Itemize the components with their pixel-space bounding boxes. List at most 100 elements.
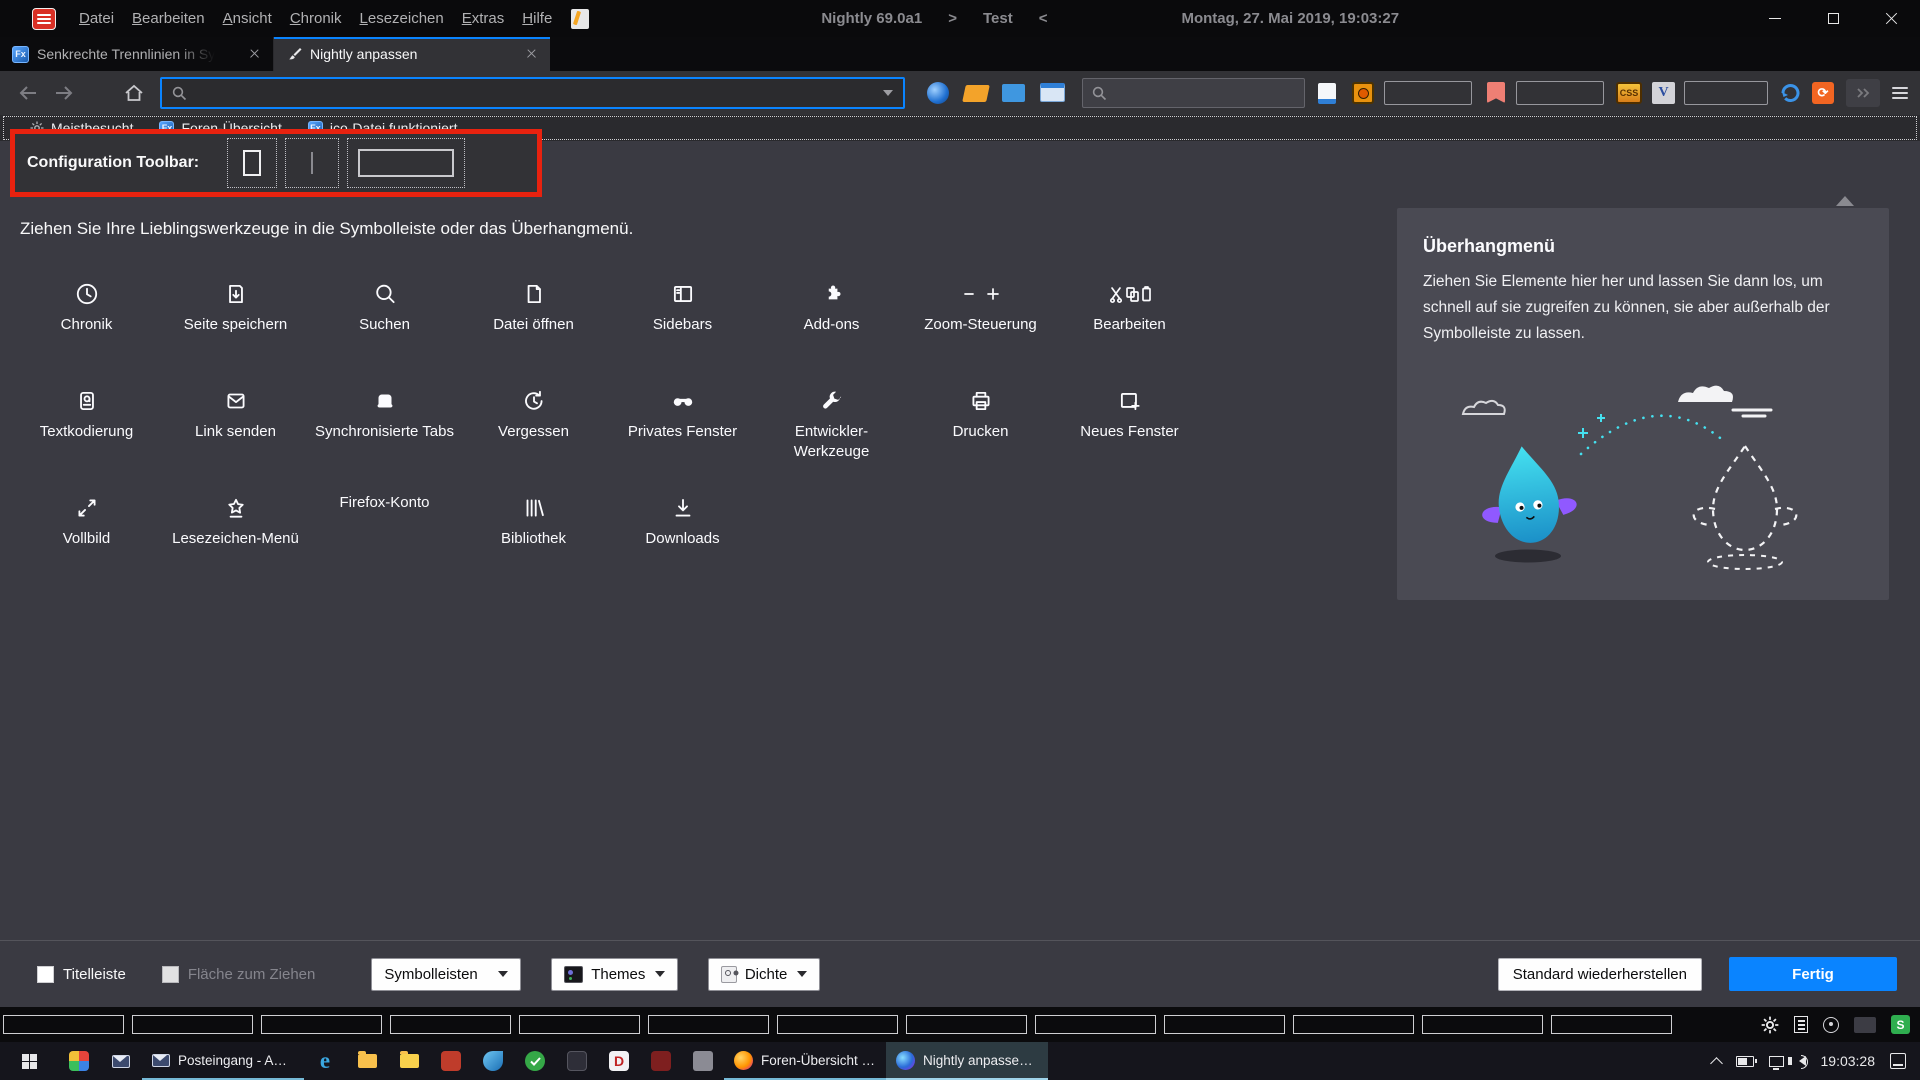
menu-lesezeichen[interactable]: Lesezeichen (351, 10, 453, 27)
rss-doc-icon[interactable] (1318, 83, 1336, 104)
taskbar-window-posteingang[interactable]: Posteingang - Andrea... (142, 1042, 304, 1080)
pinned-capture-icon[interactable] (682, 1042, 724, 1080)
urlbar-dropdown-button[interactable] (873, 79, 903, 107)
back-icon[interactable] (12, 78, 44, 108)
tool-vergessen[interactable]: Vergessen (459, 374, 608, 481)
start-button[interactable] (0, 1042, 58, 1080)
network-icon[interactable] (1769, 1056, 1784, 1067)
minimize-button[interactable] (1746, 0, 1804, 37)
drag-space-checkbox[interactable] (162, 966, 179, 983)
forward-icon[interactable] (48, 78, 80, 108)
overflow-menu-panel[interactable]: Überhangmenü Ziehen Sie Elemente hier he… (1397, 208, 1889, 600)
validator-extension-icon[interactable]: V (1652, 82, 1675, 104)
tool-chronik[interactable]: Chronik (12, 267, 161, 374)
titlebar-checkbox-group[interactable]: Titelleiste (37, 966, 126, 983)
refresh-orange-icon[interactable]: ⟳ (1812, 82, 1834, 104)
pinned-dictionary-icon[interactable]: D (598, 1042, 640, 1080)
css-extension-icon[interactable]: CSS (1616, 82, 1642, 104)
overflow-chevrons-button[interactable] (1846, 79, 1880, 107)
tool-seite-speichern[interactable]: Seite speichern (161, 267, 310, 374)
themes-dropdown[interactable]: Themes (551, 958, 678, 991)
battery-icon[interactable] (1736, 1056, 1754, 1067)
menu-chronik[interactable]: Chronik (281, 10, 351, 27)
toolbar-slot-field[interactable] (347, 138, 465, 188)
screen: Datei Bearbeiten Ansicht Chronik Lesezei… (0, 0, 1920, 1080)
tool-entwickler-werkzeuge[interactable]: Entwickler-Werkzeuge (757, 374, 906, 481)
density-dropdown[interactable]: Dichte (708, 958, 820, 991)
tab-senkrechte-trennlinien[interactable]: Fx Senkrechte Trennlinien in Sy (0, 37, 274, 71)
close-button[interactable] (1862, 0, 1920, 37)
extension-text-field-3[interactable] (1684, 81, 1768, 105)
tool-drucken[interactable]: Drucken (906, 374, 1055, 481)
pinned-colorful-app-icon[interactable] (58, 1042, 100, 1080)
menu-extras[interactable]: Extras (453, 10, 514, 27)
drag-space-checkbox-group[interactable]: Fläche zum Ziehen (162, 966, 316, 983)
refresh-blue-icon[interactable] (1779, 82, 1802, 104)
tray-expand-icon[interactable] (1710, 1057, 1723, 1070)
restore-defaults-button[interactable]: Standard wiederherstellen (1498, 958, 1702, 991)
menu-hilfe[interactable]: Hilfe (513, 10, 561, 27)
tool-privates-fenster[interactable]: Privates Fenster (608, 374, 757, 481)
toolbar-slot-separator[interactable] (285, 138, 339, 188)
url-bar[interactable] (160, 77, 905, 109)
tool-downloads[interactable]: Downloads (608, 481, 757, 588)
thunderbird-extension-icon[interactable] (927, 82, 949, 104)
tab-close-icon[interactable] (247, 46, 263, 62)
taskbar-window-foren[interactable]: Foren-Übersicht - Mo... (724, 1042, 886, 1080)
pinned-explorer-icon[interactable] (388, 1042, 430, 1080)
blue-folder-icon[interactable] (1002, 84, 1025, 102)
extension-text-field[interactable] (1384, 81, 1472, 105)
notes-pencil-icon[interactable] (571, 9, 589, 29)
pinned-dark-app-icon[interactable] (556, 1042, 598, 1080)
red-flag-icon[interactable] (1487, 82, 1505, 103)
extension-text-field-2[interactable] (1516, 81, 1604, 105)
app-menu-icon[interactable] (32, 8, 56, 30)
menu-ansicht[interactable]: Ansicht (214, 10, 281, 27)
tool-bibliothek[interactable]: Bibliothek (459, 481, 608, 588)
tool-link-senden[interactable]: Link senden (161, 374, 310, 481)
home-icon[interactable] (118, 78, 150, 108)
tool-datei-oeffnen[interactable]: Datei öffnen (459, 267, 608, 374)
s-logo-icon[interactable]: S (1891, 1015, 1910, 1034)
tool-zoom-steuerung[interactable]: Zoom-Steuerung (906, 267, 1055, 374)
pinned-mail-icon[interactable] (100, 1042, 142, 1080)
tool-bearbeiten[interactable]: Bearbeiten (1055, 267, 1204, 374)
tool-suchen[interactable]: Suchen (310, 267, 459, 374)
done-button[interactable]: Fertig (1729, 957, 1897, 991)
pinned-filezilla-icon[interactable] (430, 1042, 472, 1080)
tool-neues-fenster[interactable]: Neues Fenster (1055, 374, 1204, 481)
notification-center-icon[interactable] (1890, 1053, 1906, 1069)
badge-circle-icon[interactable] (1823, 1017, 1839, 1033)
tool-lesezeichen-menue[interactable]: Lesezeichen-Menü (161, 481, 310, 588)
search-bar[interactable] (1082, 78, 1305, 108)
pinned-feather-icon[interactable] (472, 1042, 514, 1080)
taskbar-clock[interactable]: 19:03:28 (1821, 1053, 1876, 1069)
menu-datei[interactable]: Datei (70, 10, 123, 27)
tool-addons[interactable]: Add-ons (757, 267, 906, 374)
tool-firefox-konto[interactable]: Firefox-Konto (310, 481, 459, 588)
toolbars-dropdown[interactable]: Symbolleisten (371, 958, 521, 991)
pinned-antivirus-icon[interactable] (514, 1042, 556, 1080)
gear-icon[interactable] (1761, 1016, 1779, 1034)
menu-bearbeiten[interactable]: Bearbeiten (123, 10, 214, 27)
tool-textkodierung[interactable]: Textkodierung (12, 374, 161, 481)
tab-nightly-anpassen[interactable]: Nightly anpassen (274, 37, 550, 71)
reader-pages-icon[interactable] (1794, 1016, 1808, 1033)
window-panel-icon[interactable] (1040, 83, 1065, 102)
pinned-folder-icon[interactable] (346, 1042, 388, 1080)
maximize-button[interactable] (1804, 0, 1862, 37)
taskbar-window-nightly[interactable]: Nightly anpassen - Fir... (886, 1042, 1048, 1080)
pinned-darkred-app-icon[interactable] (640, 1042, 682, 1080)
pinned-edge-icon[interactable]: e (304, 1042, 346, 1080)
orange-search-extension-icon[interactable] (1352, 82, 1374, 104)
tool-vollbild[interactable]: Vollbild (12, 481, 161, 588)
tool-synchronisierte-tabs[interactable]: Synchronisierte Tabs (310, 374, 459, 481)
hamburger-menu-icon[interactable] (1884, 78, 1916, 108)
inactive-panel-icon[interactable] (1854, 1017, 1876, 1033)
speaker-icon[interactable] (1799, 1056, 1806, 1066)
tool-sidebars[interactable]: Sidebars (608, 267, 757, 374)
tab-close-icon[interactable] (524, 46, 540, 62)
toolbar-slot-button[interactable] (227, 138, 277, 188)
open-folder-icon[interactable] (962, 85, 990, 102)
titlebar-checkbox[interactable] (37, 966, 54, 983)
